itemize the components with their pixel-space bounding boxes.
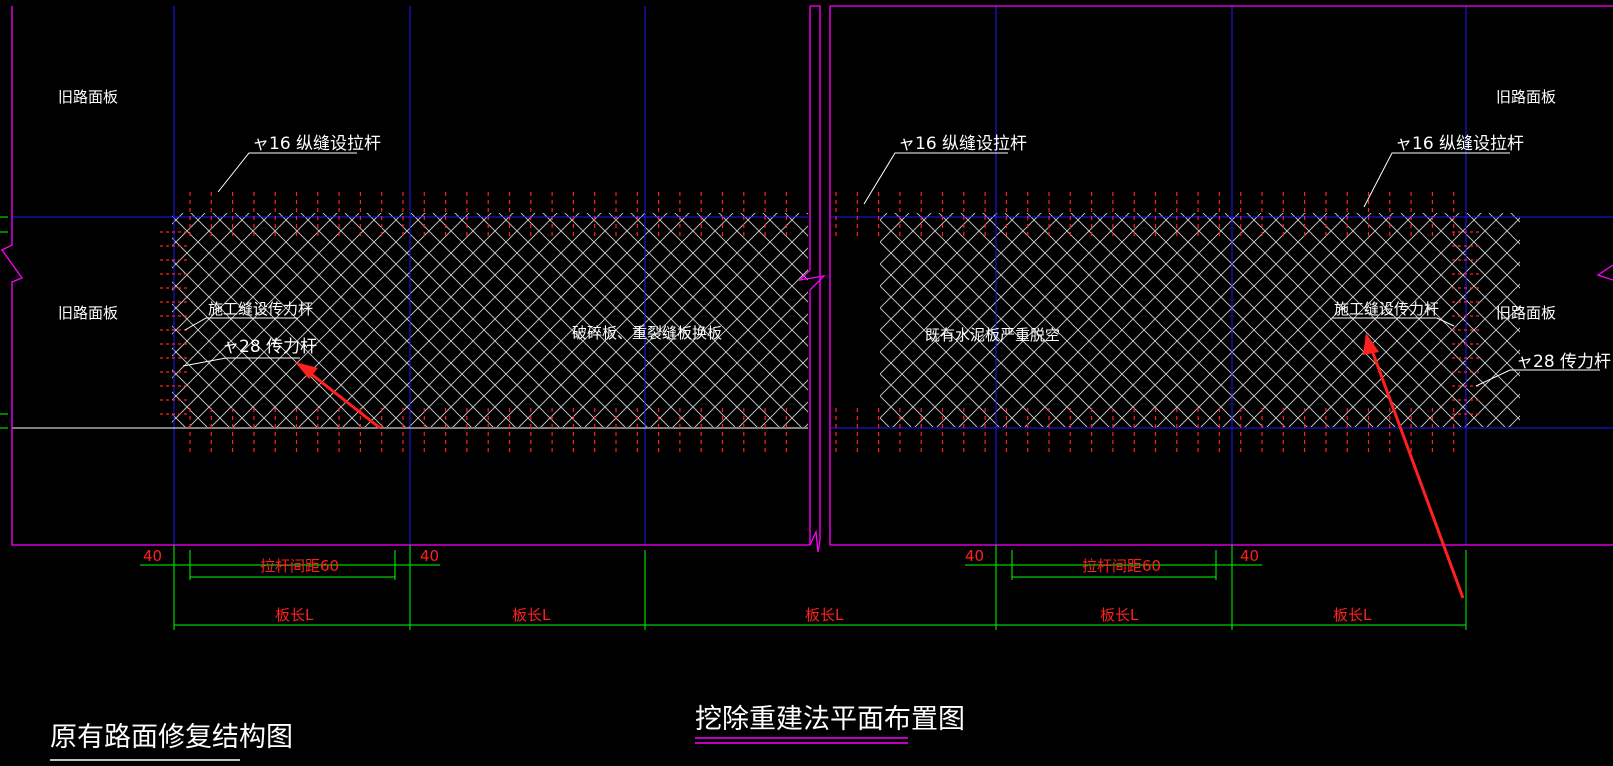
dowel-bar-label-left: ャ28 传力杆 — [222, 337, 317, 357]
dim-spacing-left: 拉杆间距60 — [260, 557, 339, 575]
tie-bar-label-right: ャ16 纵缝设拉杆 — [1395, 134, 1524, 154]
broken-slab-label: 破碎板、重裂缝板换板 — [572, 324, 722, 342]
dowel-bar-label-right: ャ28 传力杆 — [1516, 352, 1611, 372]
void-slab-label: 既有水泥板严重脱空 — [925, 326, 1060, 344]
tie-bar-label-middle: ャ16 纵缝设拉杆 — [898, 134, 1027, 154]
left-title: 原有路面修复结构图 — [50, 722, 293, 753]
dim-slab-length-2: 板长L — [512, 606, 551, 624]
right-hatch-area — [880, 213, 1520, 427]
old-slab-label-right-top: 旧路面板 — [1496, 88, 1556, 106]
old-slab-label-left-top: 旧路面板 — [58, 88, 118, 106]
dim-slab-length-3: 板长L — [805, 606, 844, 624]
left-hatch-area — [172, 213, 808, 427]
dim-40-2: 40 — [420, 547, 439, 565]
dim-40-4: 40 — [1240, 547, 1259, 565]
left-panel — [0, 5, 826, 553]
main-title: 挖除重建法平面布置图 — [695, 704, 965, 735]
dim-slab-length-1: 板长L — [275, 606, 314, 624]
dim-slab-length-5: 板长L — [1333, 606, 1372, 624]
construction-joint-label-right: 施工缝设传力杆 — [1334, 300, 1439, 318]
dim-spacing-right: 拉杆间距60 — [1082, 557, 1161, 575]
dim-40-1: 40 — [143, 547, 162, 565]
tie-bar-label-left: ャ16 纵缝设拉杆 — [252, 134, 381, 154]
cad-drawing-canvas: 旧路面板 旧路面板 旧路面板 旧路面板 ャ16 纵缝设拉杆 ャ16 纵缝设拉杆 … — [0, 5, 1613, 761]
construction-joint-label-left: 施工缝设传力杆 — [208, 300, 313, 318]
old-slab-label-right-mid: 旧路面板 — [1496, 304, 1556, 322]
right-panel — [829, 5, 1613, 546]
dim-slab-length-4: 板长L — [1100, 606, 1139, 624]
dim-40-3: 40 — [965, 547, 984, 565]
old-slab-label-left-mid: 旧路面板 — [58, 304, 118, 322]
